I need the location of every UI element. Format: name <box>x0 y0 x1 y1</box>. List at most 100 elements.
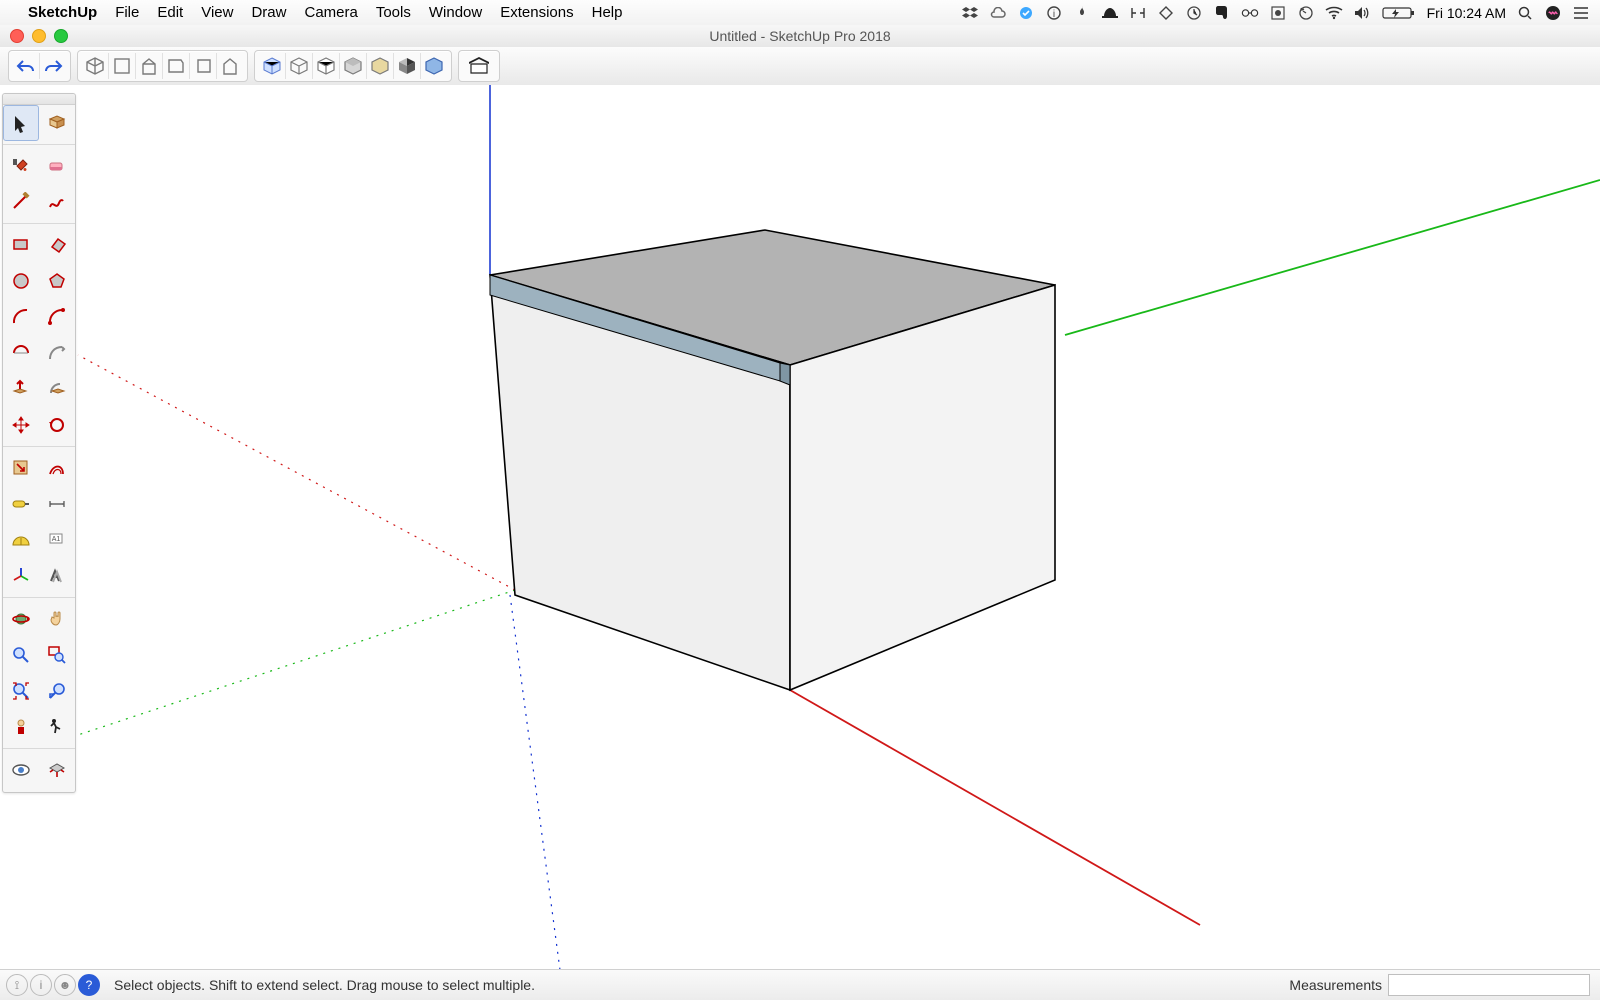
menu-edit[interactable]: Edit <box>157 4 183 21</box>
menu-help[interactable]: Help <box>592 4 623 21</box>
menu-file[interactable]: File <box>115 4 139 21</box>
tool-protractor[interactable] <box>3 522 39 558</box>
tool-look-around[interactable] <box>3 752 39 788</box>
measurements-label: Measurements <box>1289 977 1382 993</box>
spotlight-icon[interactable] <box>1516 4 1534 22</box>
tool-push-pull[interactable] <box>3 371 39 407</box>
tool-polygon[interactable] <box>39 263 75 299</box>
tool-freehand[interactable] <box>39 184 75 220</box>
tool-eraser[interactable] <box>39 148 75 184</box>
tool-offset[interactable] <box>39 450 75 486</box>
tool-rectangle[interactable] <box>3 227 39 263</box>
face-style-group <box>254 50 452 82</box>
hint-icon[interactable]: ? <box>78 974 100 996</box>
tool-walk[interactable] <box>39 709 75 745</box>
monochrome-style-button[interactable] <box>394 53 421 79</box>
tool-zoom-window[interactable] <box>39 637 75 673</box>
menu-view[interactable]: View <box>201 4 233 21</box>
left-view-button[interactable] <box>217 53 243 79</box>
menubar-clock[interactable]: Fri 10:24 AM <box>1427 5 1506 21</box>
tool-make-component[interactable] <box>39 105 75 141</box>
shaded-style-button[interactable] <box>340 53 367 79</box>
tool-axes[interactable] <box>3 558 39 594</box>
tool-position-camera[interactable] <box>3 709 39 745</box>
tool-rotate[interactable] <box>39 407 75 443</box>
3d-viewport[interactable] <box>0 85 1600 970</box>
measurements-input[interactable] <box>1388 974 1590 996</box>
tool-arc[interactable] <box>3 299 39 335</box>
dropbox-status-icon[interactable] <box>961 4 979 22</box>
tool-paint-bucket[interactable] <box>3 148 39 184</box>
menu-extensions[interactable]: Extensions <box>500 4 573 21</box>
tool-dimension[interactable] <box>39 486 75 522</box>
warehouse-group <box>458 50 500 82</box>
credits-button[interactable]: i <box>30 974 52 996</box>
window-titlebar: Untitled - SketchUp Pro 2018 <box>0 25 1600 48</box>
person-button[interactable]: ☻ <box>54 974 76 996</box>
sync-status-icon[interactable] <box>1017 4 1035 22</box>
menu-draw[interactable]: Draw <box>251 4 286 21</box>
flame-status-icon[interactable] <box>1073 4 1091 22</box>
redo-button[interactable] <box>40 53 66 79</box>
tool-three-point-arc[interactable] <box>3 335 39 371</box>
tool-separator <box>3 446 75 447</box>
shaded-textures-style-button[interactable] <box>367 53 394 79</box>
tool-separator <box>3 597 75 598</box>
tool-section-plane[interactable] <box>39 752 75 788</box>
back-view-button[interactable] <box>190 53 217 79</box>
app-menu[interactable]: SketchUp <box>28 4 97 21</box>
glasses-status-icon[interactable] <box>1241 4 1259 22</box>
undo-button[interactable] <box>13 53 40 79</box>
tool-line[interactable] <box>3 184 39 220</box>
menu-camera[interactable]: Camera <box>304 4 357 21</box>
hidden-line-style-button[interactable] <box>313 53 340 79</box>
evernote-status-icon[interactable] <box>1213 4 1231 22</box>
tool-orbit[interactable] <box>3 601 39 637</box>
diamond-status-icon[interactable] <box>1157 4 1175 22</box>
tool-zoom-extents[interactable] <box>3 673 39 709</box>
right-view-button[interactable] <box>163 53 190 79</box>
siri-icon[interactable] <box>1544 4 1562 22</box>
wifi-status-icon[interactable] <box>1325 4 1343 22</box>
iso-view-button[interactable] <box>82 53 109 79</box>
geolocation-button[interactable]: ⟟ <box>6 974 28 996</box>
record-status-icon[interactable] <box>1269 4 1287 22</box>
palette-drag-handle[interactable] <box>3 94 75 105</box>
tool-text[interactable]: A1 <box>39 522 75 558</box>
tool-pie[interactable] <box>39 335 75 371</box>
xray-style-button[interactable] <box>259 53 286 79</box>
battery-status-icon[interactable] <box>1381 4 1417 22</box>
tool-scale[interactable] <box>3 450 39 486</box>
tool-follow-me[interactable] <box>39 371 75 407</box>
tool-3d-text[interactable] <box>39 558 75 594</box>
tool-previous[interactable] <box>39 673 75 709</box>
wireframe-style-button[interactable] <box>286 53 313 79</box>
volume-status-icon[interactable] <box>1353 4 1371 22</box>
notification-center-icon[interactable] <box>1572 4 1590 22</box>
tool-select[interactable] <box>3 105 39 141</box>
tool-tape-measure[interactable] <box>3 486 39 522</box>
bracket-status-icon[interactable] <box>1129 4 1147 22</box>
top-toolbar <box>0 47 1600 86</box>
large-toolset: A1 <box>2 93 76 793</box>
tool-zoom[interactable] <box>3 637 39 673</box>
status-hint-text: Select objects. Shift to extend select. … <box>114 977 535 993</box>
info-status-icon[interactable]: i <box>1045 4 1063 22</box>
tool-move[interactable] <box>3 407 39 443</box>
3d-warehouse-button[interactable] <box>463 53 495 79</box>
menu-window[interactable]: Window <box>429 4 482 21</box>
tool-rotated-rectangle[interactable] <box>39 227 75 263</box>
clock-status-icon[interactable] <box>1185 4 1203 22</box>
svg-text:A1: A1 <box>52 536 61 543</box>
tool-two-point-arc[interactable] <box>39 299 75 335</box>
back-edges-style-button[interactable] <box>421 53 447 79</box>
top-view-button[interactable] <box>109 53 136 79</box>
tool-pan[interactable] <box>39 601 75 637</box>
front-view-button[interactable] <box>136 53 163 79</box>
hat-status-icon[interactable] <box>1101 4 1119 22</box>
undo-redo-group <box>8 50 71 82</box>
tool-circle[interactable] <box>3 263 39 299</box>
menu-tools[interactable]: Tools <box>376 4 411 21</box>
cloud-status-icon[interactable] <box>989 4 1007 22</box>
timemachine-status-icon[interactable] <box>1297 4 1315 22</box>
